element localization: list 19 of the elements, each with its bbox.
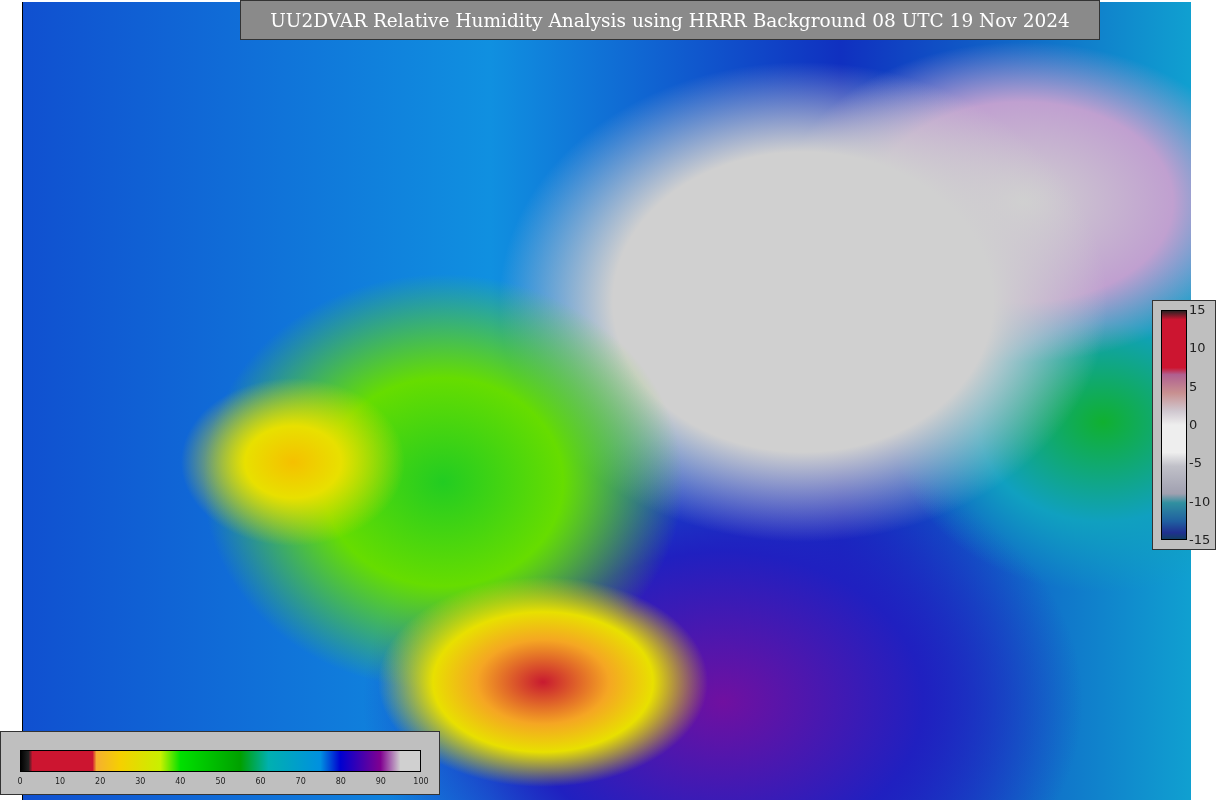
scale-tick-label: -5 — [1189, 455, 1203, 472]
scale-tick-label: 10 — [54, 777, 67, 786]
scale-tick-label: 0 — [16, 777, 24, 786]
scale-tick-label: 20 — [94, 777, 107, 786]
scale-tick-label: -10 — [1189, 493, 1211, 510]
map-title: UU2DVAR Relative Humidity Analysis using HRRR Background 08 UTC 19 Nov 2024 — [240, 0, 1100, 40]
scale-tick-label: 80 — [334, 777, 347, 786]
scale-tick-label: 5 — [1189, 378, 1199, 395]
scale-tick-label: 0 — [1189, 417, 1199, 433]
scale-tick-label: 50 — [214, 777, 227, 786]
scale-tick-label: 40 — [174, 777, 187, 786]
scale-tick-label: 15 — [1189, 302, 1207, 318]
scale-tick-label: 100 — [412, 777, 429, 786]
scale-tick-label: 60 — [254, 777, 267, 786]
scale-tick-label: 30 — [134, 777, 147, 786]
scale-tick-label: 90 — [374, 777, 387, 786]
scale-tick-label: -15 — [1189, 531, 1211, 548]
scale-tick-label: 70 — [294, 777, 307, 786]
scale-tick-label: 10 — [1189, 340, 1207, 357]
